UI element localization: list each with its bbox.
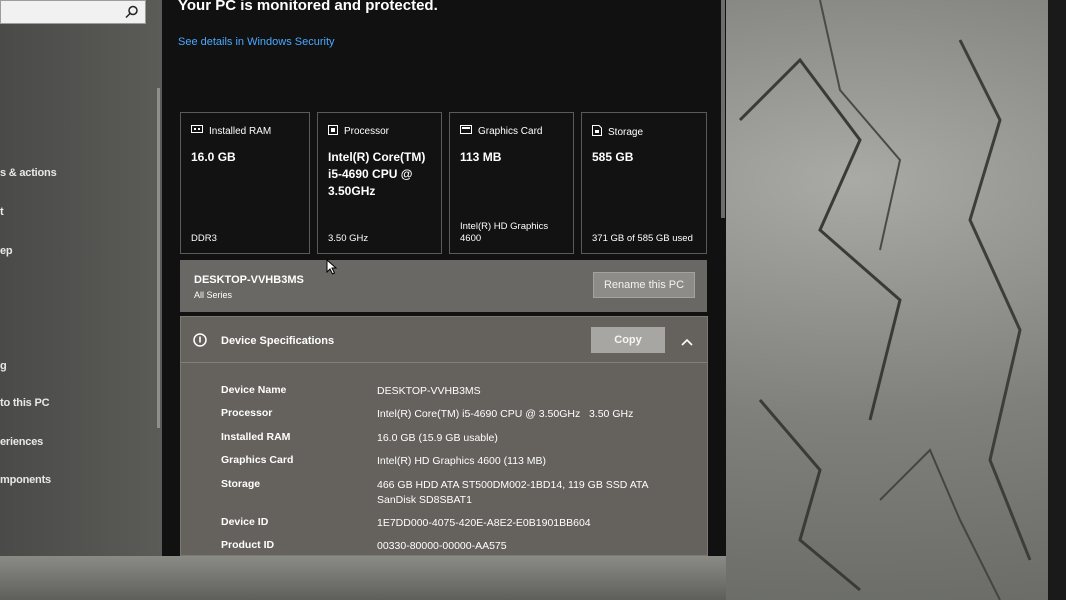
pc-edition: All Series	[194, 290, 233, 300]
sidebar-item-projecting[interactable]: to this PC	[0, 397, 50, 409]
mouse-cursor-icon	[326, 258, 338, 280]
spec-value: Intel(R) Core(TM) i5-4690 CPU @ 3.50GHz …	[377, 408, 634, 420]
desktop-surface	[0, 556, 726, 600]
processor-icon	[328, 125, 338, 138]
sidebar-item-sleep[interactable]: ep	[0, 245, 13, 257]
graphics-card-icon	[460, 125, 472, 138]
card-detail: 371 GB of 585 GB used	[592, 233, 693, 244]
card-title: Graphics Card	[478, 126, 543, 137]
sidebar-item-power[interactable]: t	[0, 206, 4, 218]
settings-sidebar: s & actions t ep g to this PC eriences m…	[0, 0, 162, 556]
card-graphics: Graphics Card 113 MB Intel(R) HD Graphic…	[449, 112, 574, 254]
card-title: Installed RAM	[209, 125, 272, 137]
spec-key: Storage	[221, 478, 261, 490]
pc-name-bar: DESKTOP-VVHB3MS All Series Rename this P…	[180, 260, 707, 312]
card-installed-ram: Installed RAM 16.0 GB DDR3	[180, 112, 310, 254]
main-scrollbar[interactable]	[721, 0, 725, 218]
card-storage: Storage 585 GB 371 GB of 585 GB used	[581, 112, 707, 254]
search-input[interactable]	[0, 0, 146, 24]
card-value: 585 GB	[592, 150, 634, 164]
spec-value: 466 GB HDD ATA ST500DM002-1BD14, 119 GB …	[377, 479, 649, 491]
spec-key: Device ID	[221, 516, 269, 528]
spec-value-continued: SanDisk SD8SBAT1	[377, 494, 472, 506]
storage-icon	[592, 125, 602, 139]
spec-key: Product ID	[221, 539, 275, 551]
card-detail: Intel(R) HD Graphics 4600	[460, 221, 549, 244]
device-specifications-title: Device Specifications	[221, 335, 335, 347]
card-processor: Processor Intel(R) Core(TM) i5-4690 CPU …	[317, 112, 442, 254]
card-value: 113 MB	[460, 150, 502, 164]
sidebar-item-shared-experiences[interactable]: eriences	[0, 436, 43, 448]
sidebar-item-multitasking[interactable]: g	[0, 360, 7, 372]
device-specifications-panel: Device Specifications Copy Device Name D…	[180, 316, 708, 556]
spec-key: Device Name	[221, 384, 287, 396]
sidebar-scrollbar[interactable]	[157, 88, 160, 428]
card-detail: DDR3	[191, 233, 217, 244]
windows-security-link[interactable]: See details in Windows Security	[178, 36, 335, 48]
copy-button[interactable]: Copy	[591, 327, 665, 353]
spec-key: Processor	[221, 407, 273, 419]
card-detail: 3.50 GHz	[328, 233, 369, 244]
rename-pc-button[interactable]: Rename this PC	[593, 272, 695, 298]
spec-value: 16.0 GB (15.9 GB usable)	[377, 432, 498, 444]
sidebar-item-notifications[interactable]: s & actions	[0, 167, 57, 179]
info-icon	[193, 333, 207, 352]
card-value: Intel(R) Core(TM) i5-4690 CPU @ 3.50GHz	[328, 150, 426, 198]
card-title: Storage	[608, 126, 644, 138]
spec-value: 1E7DD000-4075-420E-A8E2-E0B1901BB604	[377, 517, 591, 529]
sidebar-item-components[interactable]: mponents	[0, 474, 51, 486]
spec-key: Graphics Card	[221, 454, 294, 466]
spec-value: 00330-80000-00000-AA575	[377, 540, 507, 552]
card-title: Processor	[344, 126, 390, 137]
ram-icon	[191, 125, 203, 137]
spec-value: Intel(R) HD Graphics 4600 (113 MB)	[377, 455, 547, 467]
spec-key: Installed RAM	[221, 431, 291, 443]
protection-status-heading: Your PC is monitored and protected.	[178, 0, 438, 14]
spec-value: DESKTOP-VVHB3MS	[377, 385, 481, 397]
chevron-up-icon[interactable]	[681, 333, 693, 351]
card-value: 16.0 GB	[191, 150, 236, 164]
search-icon[interactable]	[125, 5, 139, 24]
about-page: Your PC is monitored and protected. See …	[162, 0, 726, 556]
device-specifications-header[interactable]: Device Specifications Copy	[181, 317, 707, 363]
pc-name: DESKTOP-VVHB3MS	[194, 274, 304, 286]
